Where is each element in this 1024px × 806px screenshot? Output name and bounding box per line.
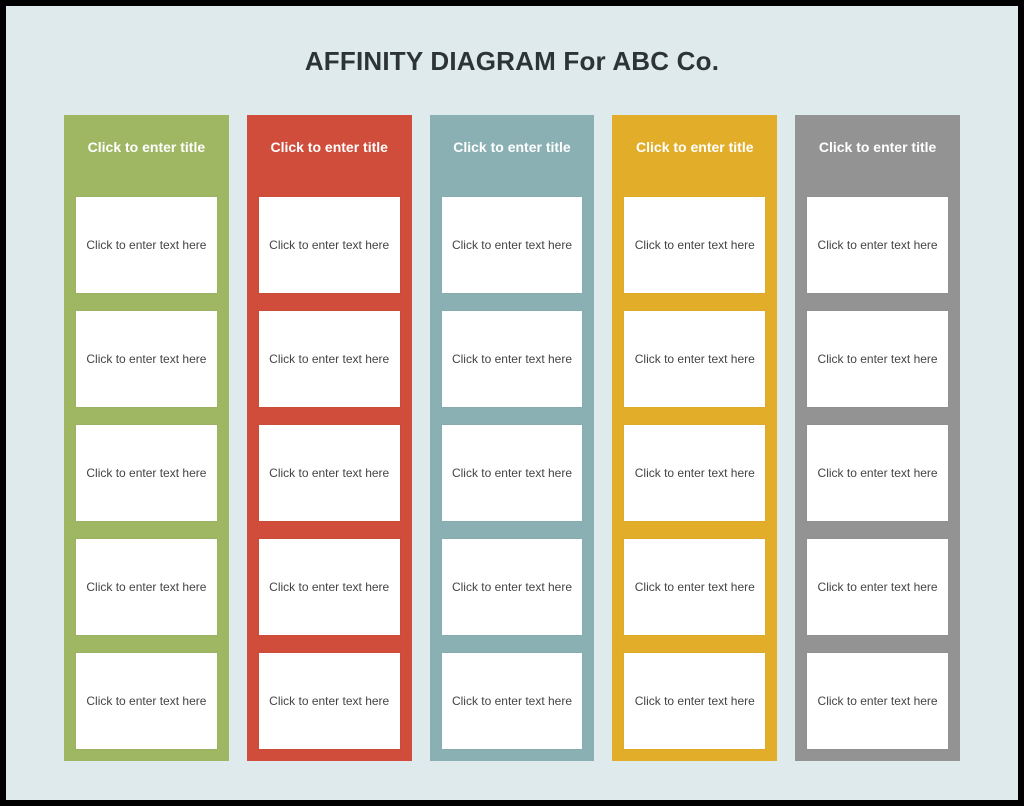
card[interactable]: Click to enter text here (259, 197, 400, 293)
card[interactable]: Click to enter text here (76, 197, 217, 293)
column-title[interactable]: Click to enter title (259, 115, 400, 197)
card[interactable]: Click to enter text here (807, 311, 948, 407)
card[interactable]: Click to enter text here (442, 539, 583, 635)
card[interactable]: Click to enter text here (259, 425, 400, 521)
card[interactable]: Click to enter text here (624, 311, 765, 407)
card[interactable]: Click to enter text here (807, 653, 948, 749)
card[interactable]: Click to enter text here (76, 311, 217, 407)
column-title[interactable]: Click to enter title (807, 115, 948, 197)
card[interactable]: Click to enter text here (442, 653, 583, 749)
card[interactable]: Click to enter text here (76, 425, 217, 521)
card[interactable]: Click to enter text here (442, 197, 583, 293)
column-4: Click to enter title Click to enter text… (795, 115, 960, 761)
card[interactable]: Click to enter text here (76, 653, 217, 749)
column-title[interactable]: Click to enter title (624, 115, 765, 197)
diagram-title[interactable]: AFFINITY DIAGRAM For ABC Co. (64, 46, 960, 77)
card[interactable]: Click to enter text here (624, 425, 765, 521)
card[interactable]: Click to enter text here (807, 425, 948, 521)
column-title[interactable]: Click to enter title (442, 115, 583, 197)
column-3: Click to enter title Click to enter text… (612, 115, 777, 761)
diagram-frame: AFFINITY DIAGRAM For ABC Co. Click to en… (0, 0, 1024, 806)
card[interactable]: Click to enter text here (442, 425, 583, 521)
card[interactable]: Click to enter text here (807, 539, 948, 635)
column-title[interactable]: Click to enter title (76, 115, 217, 197)
card[interactable]: Click to enter text here (259, 539, 400, 635)
column-1: Click to enter title Click to enter text… (247, 115, 412, 761)
column-2: Click to enter title Click to enter text… (430, 115, 595, 761)
card[interactable]: Click to enter text here (624, 653, 765, 749)
card[interactable]: Click to enter text here (259, 653, 400, 749)
columns-container: Click to enter title Click to enter text… (64, 115, 960, 761)
card[interactable]: Click to enter text here (807, 197, 948, 293)
card[interactable]: Click to enter text here (76, 539, 217, 635)
card[interactable]: Click to enter text here (442, 311, 583, 407)
column-0: Click to enter title Click to enter text… (64, 115, 229, 761)
card[interactable]: Click to enter text here (624, 197, 765, 293)
card[interactable]: Click to enter text here (259, 311, 400, 407)
card[interactable]: Click to enter text here (624, 539, 765, 635)
